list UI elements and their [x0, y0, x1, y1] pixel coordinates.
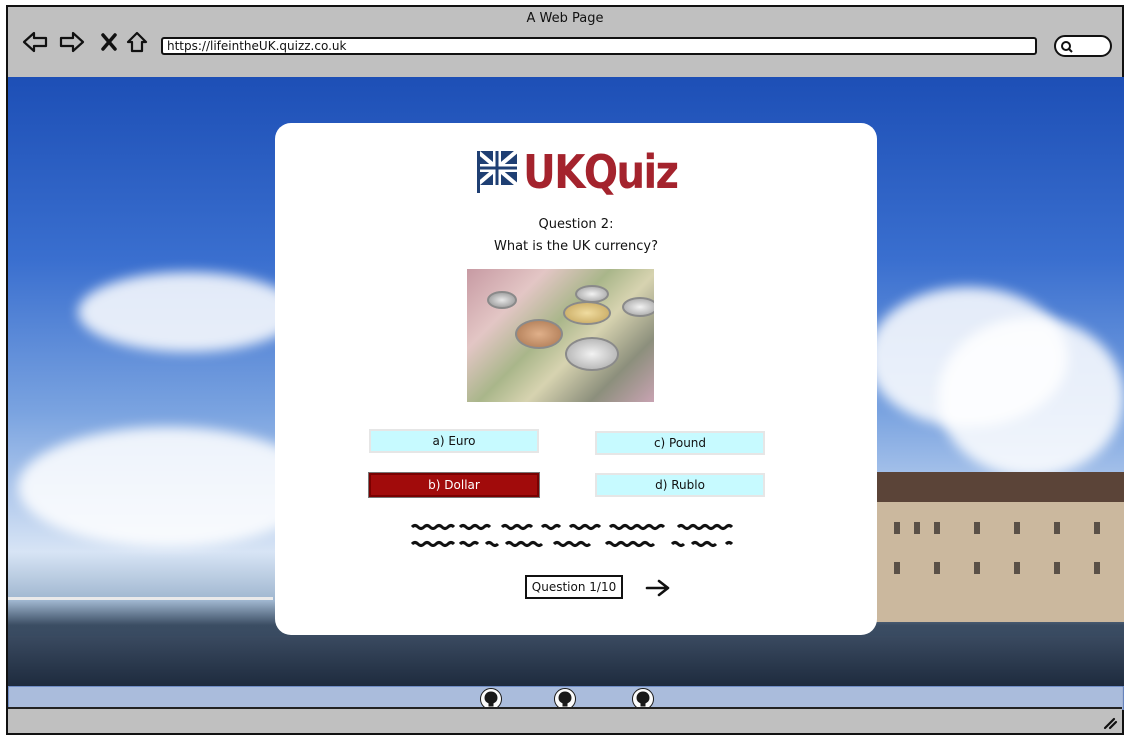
question-text: What is the UK currency? [494, 239, 658, 254]
home-icon[interactable] [124, 29, 150, 55]
answer-a[interactable]: a) Euro [369, 429, 539, 453]
search-button[interactable] [1054, 35, 1112, 57]
window-title: A Web Page [526, 11, 604, 26]
question-image [467, 269, 654, 402]
arrow-right-icon [645, 579, 670, 597]
address-bar[interactable]: https://lifeintheUK.quizz.co.uk [161, 37, 1037, 55]
quiz-card: UKQuiz Question 2: What is the UK curren… [275, 123, 877, 635]
logo: UKQuiz [477, 147, 698, 197]
question-number: Question 2: [538, 217, 614, 232]
arrow-left-icon[interactable] [22, 29, 48, 55]
question-progress: Question 1/10 [525, 575, 623, 599]
redacted-text-line [410, 524, 734, 530]
close-icon[interactable] [96, 29, 122, 55]
redacted-text-line [410, 541, 734, 547]
search-icon [1061, 41, 1073, 53]
github-icon [636, 691, 650, 707]
resize-grip-icon[interactable] [1102, 716, 1118, 730]
next-question-button[interactable] [645, 578, 671, 598]
arrow-right-icon[interactable] [59, 29, 85, 55]
union-jack-flag-icon [477, 149, 517, 193]
answer-c[interactable]: c) Pound [595, 431, 765, 455]
answer-d[interactable]: d) Rublo [595, 473, 765, 497]
status-bar [8, 707, 1122, 733]
github-icon [484, 691, 498, 707]
page-content: UKQuiz Question 2: What is the UK curren… [8, 77, 1124, 686]
browser-window: A Web Page https://lifeintheUK.quizz.co.… [6, 5, 1124, 735]
browser-titlebar: A Web Page https://lifeintheUK.quizz.co.… [8, 7, 1122, 79]
github-icon [558, 691, 572, 707]
answer-b[interactable]: b) Dollar [368, 472, 540, 498]
logo-text: UKQuiz [523, 145, 679, 199]
